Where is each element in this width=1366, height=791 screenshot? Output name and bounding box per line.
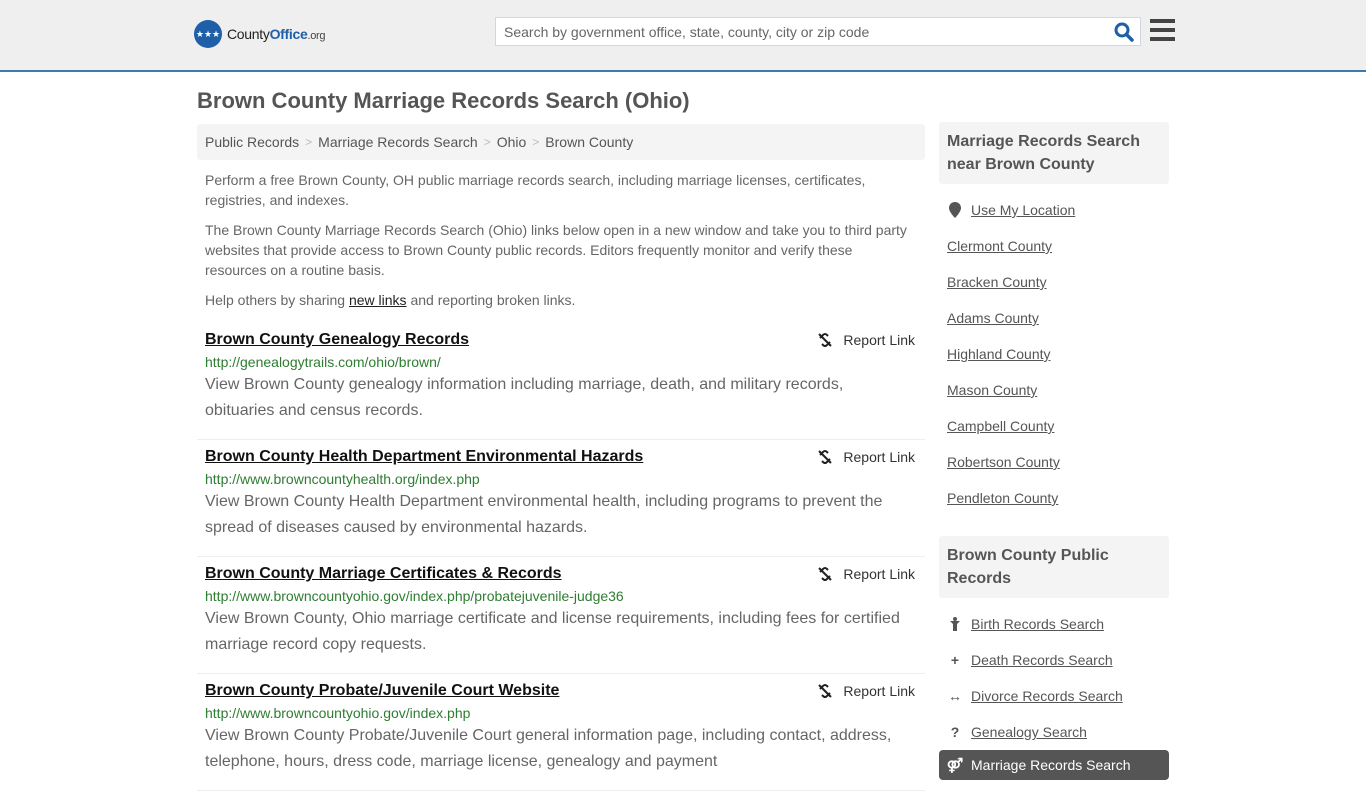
divorce-records-link[interactable]: Divorce Records Search xyxy=(971,688,1123,704)
logo-link[interactable]: ★★★ CountyOffice.org xyxy=(194,20,326,48)
nearby-county-item: Pendleton County xyxy=(947,480,1169,516)
plus-icon: + xyxy=(950,652,960,668)
public-records-item: + Death Records Search xyxy=(947,642,1169,678)
hamburger-menu-icon xyxy=(1150,19,1175,23)
result-description: View Brown County, Ohio marriage certifi… xyxy=(205,610,900,653)
gender-icon: ⚤ xyxy=(946,756,964,773)
report-link-button[interactable]: Report Link xyxy=(817,683,915,699)
breadcrumb-ohio[interactable]: Ohio xyxy=(497,134,527,150)
search-input[interactable] xyxy=(496,18,1096,45)
result-description: View Brown County genealogy information … xyxy=(205,376,844,419)
question-icon: ? xyxy=(950,724,960,740)
result-url: http://www.browncountyohio.gov/index.php xyxy=(205,705,471,721)
sidebar: Marriage Records Search near Brown Count… xyxy=(939,122,1169,788)
search-icon xyxy=(1114,22,1134,42)
county-link-adams[interactable]: Adams County xyxy=(947,310,1039,326)
result-url: http://www.browncountyhealth.org/index.p… xyxy=(205,471,480,487)
nearby-county-item: Bracken County xyxy=(947,264,1169,300)
nearby-county-item: Robertson County xyxy=(947,444,1169,480)
county-link-campbell[interactable]: Campbell County xyxy=(947,418,1054,434)
nearby-county-item: Adams County xyxy=(947,300,1169,336)
logo-text: CountyOffice.org xyxy=(227,26,326,42)
nearby-list: Use My Location Clermont County Bracken … xyxy=(939,184,1169,524)
intro-paragraph-2: The Brown County Marriage Records Search… xyxy=(205,222,907,278)
use-my-location-item: Use My Location xyxy=(947,192,1169,228)
result-item: Brown County Probate/Juvenile Court Webs… xyxy=(197,674,925,791)
results-list: Brown County Genealogy Records Report Li… xyxy=(197,323,925,791)
intro-paragraph-1: Perform a free Brown County, OH public m… xyxy=(205,172,866,208)
public-records-list: Birth Records Search + Death Records Sea… xyxy=(939,598,1169,788)
genealogy-search-link[interactable]: Genealogy Search xyxy=(971,724,1087,740)
search-bar xyxy=(495,17,1141,46)
broken-link-icon xyxy=(818,567,833,581)
county-link-bracken[interactable]: Bracken County xyxy=(947,274,1047,290)
broken-link-icon xyxy=(818,450,833,464)
intro-text: Perform a free Brown County, OH public m… xyxy=(205,170,917,320)
broken-link-icon xyxy=(818,684,833,698)
breadcrumb-marriage-records-search[interactable]: Marriage Records Search xyxy=(318,134,478,150)
eagle-stars-icon: ★★★ xyxy=(194,20,222,48)
new-links-link[interactable]: new links xyxy=(349,292,407,308)
breadcrumb-brown-county[interactable]: Brown County xyxy=(545,134,633,150)
breadcrumb-public-records[interactable]: Public Records xyxy=(205,134,299,150)
public-records-heading: Brown County Public Records xyxy=(939,536,1169,598)
site-header: ★★★ CountyOffice.org xyxy=(0,0,1366,72)
search-button[interactable] xyxy=(1114,22,1134,42)
result-item: Brown County Health Department Environme… xyxy=(197,440,925,557)
result-description: View Brown County Probate/Juvenile Court… xyxy=(205,727,892,770)
map-marker-icon xyxy=(947,202,963,218)
chevron-right-icon: > xyxy=(305,135,313,149)
public-records-item: ? Genealogy Search xyxy=(947,714,1169,750)
report-link-button[interactable]: Report Link xyxy=(817,332,915,348)
marriage-records-link[interactable]: Marriage Records Search xyxy=(971,757,1131,773)
public-records-item: ↔ Divorce Records Search xyxy=(947,678,1169,714)
result-item: Brown County Genealogy Records Report Li… xyxy=(197,323,925,440)
county-link-highland[interactable]: Highland County xyxy=(947,346,1051,362)
child-icon xyxy=(947,617,963,631)
county-link-pendleton[interactable]: Pendleton County xyxy=(947,490,1058,506)
county-link-mason[interactable]: Mason County xyxy=(947,382,1037,398)
chevron-right-icon: > xyxy=(532,135,540,149)
result-title-link[interactable]: Brown County Probate/Juvenile Court Webs… xyxy=(205,682,559,700)
nearby-heading: Marriage Records Search near Brown Count… xyxy=(939,122,1169,184)
breadcrumb: Public Records > Marriage Records Search… xyxy=(197,124,925,160)
report-link-button[interactable]: Report Link xyxy=(817,449,915,465)
broken-link-icon xyxy=(818,333,833,347)
result-url: http://genealogytrails.com/ohio/brown/ xyxy=(205,354,441,370)
hamburger-menu-button[interactable] xyxy=(1150,19,1175,41)
public-records-item: Birth Records Search xyxy=(947,606,1169,642)
public-records-item-active: ⚤ Marriage Records Search xyxy=(939,750,1169,780)
county-link-robertson[interactable]: Robertson County xyxy=(947,454,1060,470)
result-title-link[interactable]: Brown County Health Department Environme… xyxy=(205,448,643,466)
report-link-button[interactable]: Report Link xyxy=(817,566,915,582)
intro-paragraph-3: Help others by sharing new links and rep… xyxy=(205,292,576,308)
result-url: http://www.browncountyohio.gov/index.php… xyxy=(205,588,624,604)
birth-records-link[interactable]: Birth Records Search xyxy=(971,616,1104,632)
nearby-county-item: Mason County xyxy=(947,372,1169,408)
use-my-location-link[interactable]: Use My Location xyxy=(971,202,1075,218)
arrows-horizontal-icon: ↔ xyxy=(948,688,962,704)
result-item: Brown County Marriage Certificates & Rec… xyxy=(197,557,925,674)
result-title-link[interactable]: Brown County Genealogy Records xyxy=(205,331,469,349)
nearby-county-item: Clermont County xyxy=(947,228,1169,264)
result-description: View Brown County Health Department envi… xyxy=(205,493,883,536)
county-link-clermont[interactable]: Clermont County xyxy=(947,238,1052,254)
nearby-county-item: Campbell County xyxy=(947,408,1169,444)
chevron-right-icon: > xyxy=(483,135,491,149)
nearby-county-item: Highland County xyxy=(947,336,1169,372)
page-title: Brown County Marriage Records Search (Oh… xyxy=(197,88,690,113)
result-title-link[interactable]: Brown County Marriage Certificates & Rec… xyxy=(205,565,562,583)
death-records-link[interactable]: Death Records Search xyxy=(971,652,1113,668)
